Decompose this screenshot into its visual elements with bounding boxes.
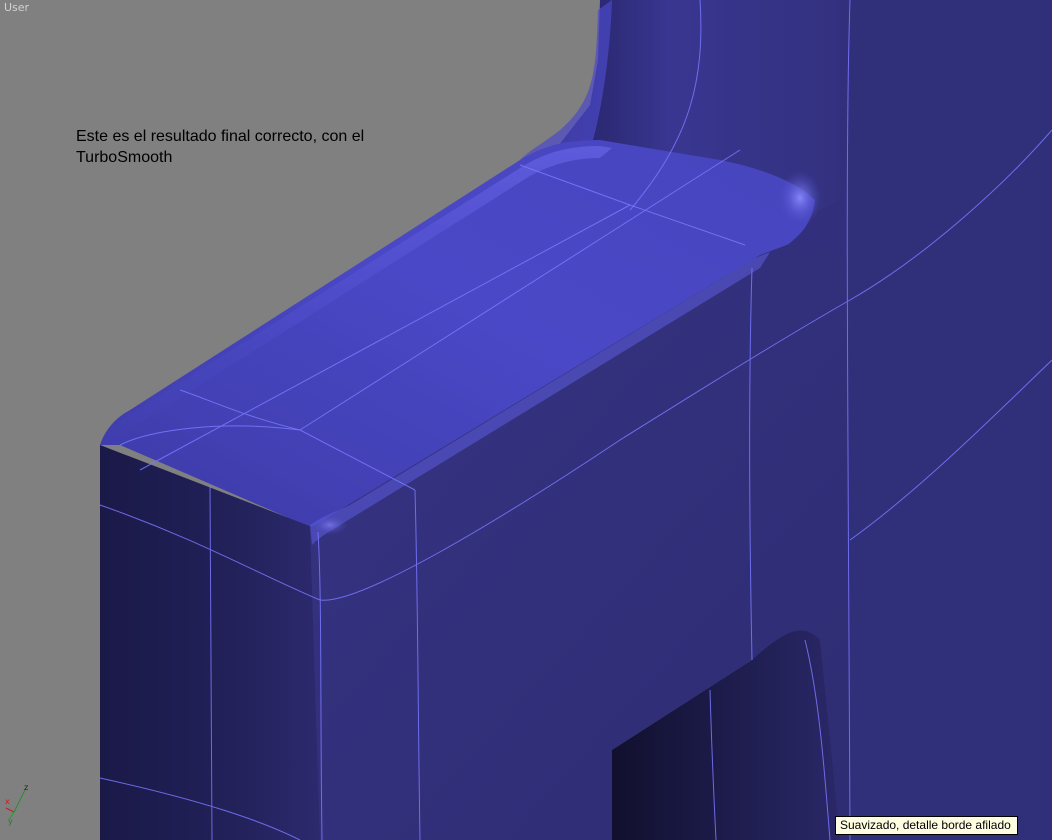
axis-z-label: z	[24, 783, 28, 792]
tooltip: Suavizado, detalle borde afilado	[835, 816, 1018, 835]
axis-x-label: x	[5, 797, 10, 806]
axis-y-label: y	[8, 817, 13, 826]
annotation-text: Este es el resultado final correcto, con…	[76, 128, 365, 166]
viewport-label[interactable]: User	[4, 1, 29, 14]
perspective-viewport[interactable]: User Este es el resultado final correcto…	[0, 0, 1052, 840]
axis-tripod-icon: z x y	[5, 783, 28, 826]
